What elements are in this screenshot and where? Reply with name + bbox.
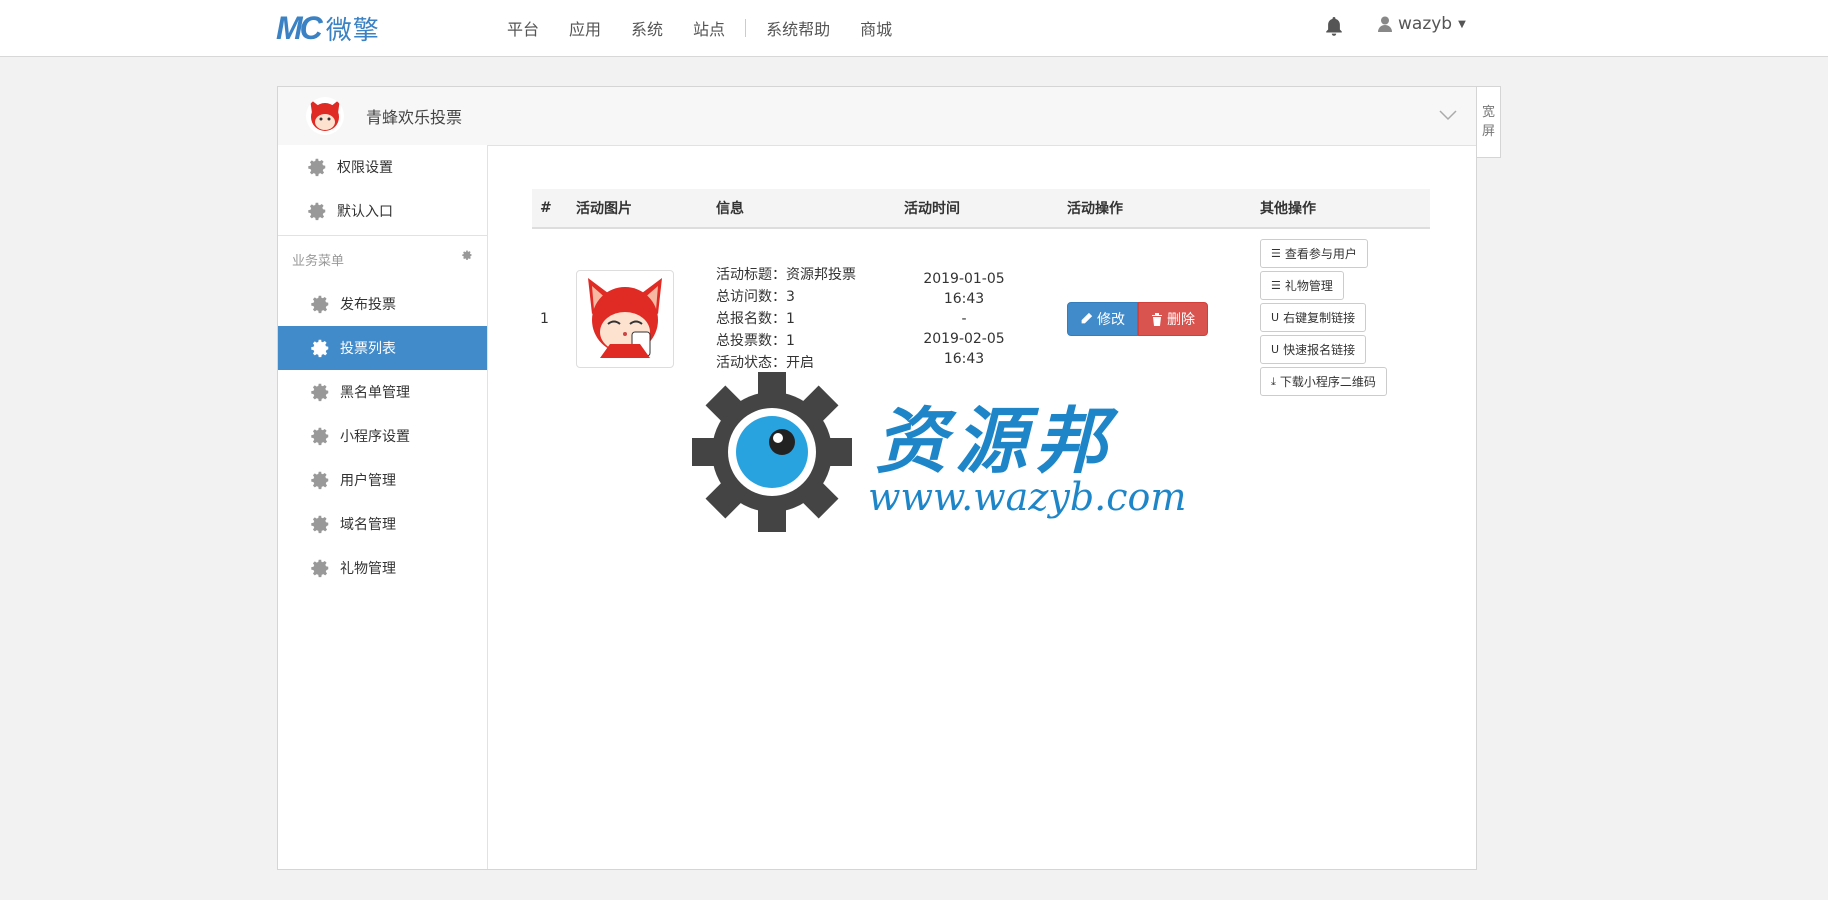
nav-store[interactable]: 商城 [860, 16, 892, 40]
sidebar-item-2[interactable]: 黑名单管理 [278, 370, 487, 414]
sidebar-item-label: 礼物管理 [340, 561, 396, 577]
magnet-icon: U [1271, 343, 1280, 356]
sidebar-item-5[interactable]: 域名管理 [278, 502, 487, 546]
sidebar-item-permissions[interactable]: 权限设置 [278, 145, 487, 189]
row-index: 1 [540, 310, 549, 327]
gear-icon [311, 427, 329, 446]
main-content: # 活动图片 信息 活动时间 活动操作 其他操作 1 活动标题：资源邦投票 总访… [488, 145, 1476, 869]
table-row: 1 活动标题：资源邦投票 总访问数：3 总报名数：1 总投票数：1 活动状态：开… [532, 228, 1430, 408]
logo[interactable]: MC 微擎 [276, 10, 380, 46]
info-status: 活动状态：开启 [716, 354, 814, 371]
info-visits: 总访问数：3 [716, 288, 795, 305]
info-title: 活动标题：资源邦投票 [716, 266, 856, 283]
sidebar-item-1[interactable]: 投票列表 [278, 326, 487, 370]
activity-info: 活动标题：资源邦投票 总访问数：3 总报名数：1 总投票数：1 活动状态：开启 [708, 228, 896, 408]
activity-time: 2019-01-05 16:43 - 2019-02-05 16:43 [896, 228, 1059, 408]
time-start: 2019-01-05 16:43 [923, 270, 1005, 307]
nav-system-help[interactable]: 系统帮助 [766, 16, 830, 40]
gear-icon [311, 339, 329, 358]
user-menu[interactable]: wazyb ▼ [1378, 14, 1466, 34]
nav-divider [745, 19, 747, 37]
main-nav: 平台 应用 系统 站点 系统帮助 商城 [492, 0, 907, 56]
time-end: 2019-02-05 16:43 [923, 330, 1005, 367]
sidebar-item-label: 权限设置 [337, 160, 393, 176]
gear-icon[interactable] [461, 249, 473, 261]
sidebar-item-label: 黑名单管理 [340, 385, 410, 401]
list-icon: ☰ [1271, 247, 1281, 260]
module-avatar [306, 97, 344, 135]
sidebar-item-3[interactable]: 小程序设置 [278, 414, 487, 458]
info-votes: 总投票数：1 [716, 332, 795, 349]
col-info: 信息 [708, 189, 896, 229]
activity-actions: 修改 删除 [1059, 228, 1252, 408]
col-time: 活动时间 [896, 189, 1059, 229]
gear-icon [308, 202, 326, 221]
logo-mark: MC [276, 9, 323, 46]
top-navbar: MC 微擎 平台 应用 系统 站点 系统帮助 商城 wazyb ▼ [0, 0, 1828, 57]
nav-site[interactable]: 站点 [693, 16, 725, 40]
col-image: 活动图片 [568, 189, 708, 229]
gear-icon [311, 559, 329, 578]
edit-button[interactable]: 修改 [1067, 301, 1138, 336]
activity-image [576, 269, 674, 368]
sidebar-item-4[interactable]: 用户管理 [278, 458, 487, 502]
table-header-row: # 活动图片 信息 活动时间 活动操作 其他操作 [532, 189, 1430, 229]
download-icon: ⤓ [1271, 374, 1276, 388]
sidebar-item-label: 用户管理 [340, 473, 396, 489]
other-actions: ☰ 查看参与用户 ☰ 礼物管理 U 右键复制链接 U 快速报名链接 ⤓ 下载小程序二维码 [1252, 228, 1430, 408]
nav-system[interactable]: 系统 [631, 16, 663, 40]
col-index: # [532, 189, 568, 229]
col-actions: 活动操作 [1059, 189, 1252, 229]
list-icon: ☰ [1271, 279, 1281, 292]
download-qrcode-button[interactable]: ⤓ 下载小程序二维码 [1260, 367, 1387, 396]
section-label: 业务菜单 [292, 253, 345, 269]
wide-screen-toggle[interactable]: 宽 屏 [1477, 86, 1501, 158]
sidebar-item-label: 发布投票 [340, 297, 396, 313]
gear-icon [311, 383, 329, 402]
module-panel: 青蜂欢乐投票 权限设置 默认入口 业务菜单 发布投票投票列表黑名单管理小程序设置… [277, 86, 1477, 870]
nav-platform[interactable]: 平台 [507, 16, 539, 40]
view-participants-button[interactable]: ☰ 查看参与用户 [1260, 239, 1368, 268]
gear-icon [311, 471, 329, 490]
gear-icon [311, 295, 329, 314]
panel-header: 青蜂欢乐投票 [278, 87, 1476, 146]
sidebar-item-6[interactable]: 礼物管理 [278, 546, 487, 590]
logo-name: 微擎 [325, 15, 380, 46]
gift-manage-button[interactable]: ☰ 礼物管理 [1260, 271, 1344, 300]
sidebar-item-label: 域名管理 [340, 517, 396, 533]
chevron-down-icon[interactable] [1438, 105, 1458, 125]
col-other-actions: 其他操作 [1252, 189, 1430, 229]
gear-icon [311, 515, 329, 534]
delete-button[interactable]: 删除 [1138, 301, 1208, 336]
user-name: wazyb [1398, 14, 1453, 34]
user-icon [1378, 16, 1392, 32]
nav-apps[interactable]: 应用 [569, 16, 601, 40]
info-signups: 总报名数：1 [716, 310, 795, 327]
trash-icon [1152, 312, 1162, 326]
vote-table: # 活动图片 信息 活动时间 活动操作 其他操作 1 活动标题：资源邦投票 总访… [532, 189, 1430, 408]
sidebar-item-label: 小程序设置 [340, 429, 410, 445]
pencil-icon [1081, 312, 1093, 324]
sidebar-item-label: 投票列表 [340, 341, 396, 357]
bell-icon[interactable] [1325, 17, 1343, 37]
time-separator: - [961, 310, 967, 327]
sidebar-item-0[interactable]: 发布投票 [278, 282, 487, 326]
magnet-icon: U [1271, 311, 1280, 324]
copy-link-button[interactable]: U 右键复制链接 [1260, 303, 1367, 332]
sidebar: 权限设置 默认入口 业务菜单 发布投票投票列表黑名单管理小程序设置用户管理域名管… [278, 145, 488, 869]
sidebar-item-default-entry[interactable]: 默认入口 [278, 189, 487, 233]
gear-icon [308, 158, 326, 177]
quick-signup-link-button[interactable]: U 快速报名链接 [1260, 335, 1367, 364]
caret-down-icon: ▼ [1458, 18, 1466, 30]
sidebar-section-business: 业务菜单 [278, 235, 487, 282]
sidebar-item-label: 默认入口 [337, 204, 393, 220]
module-title: 青蜂欢乐投票 [366, 108, 463, 127]
